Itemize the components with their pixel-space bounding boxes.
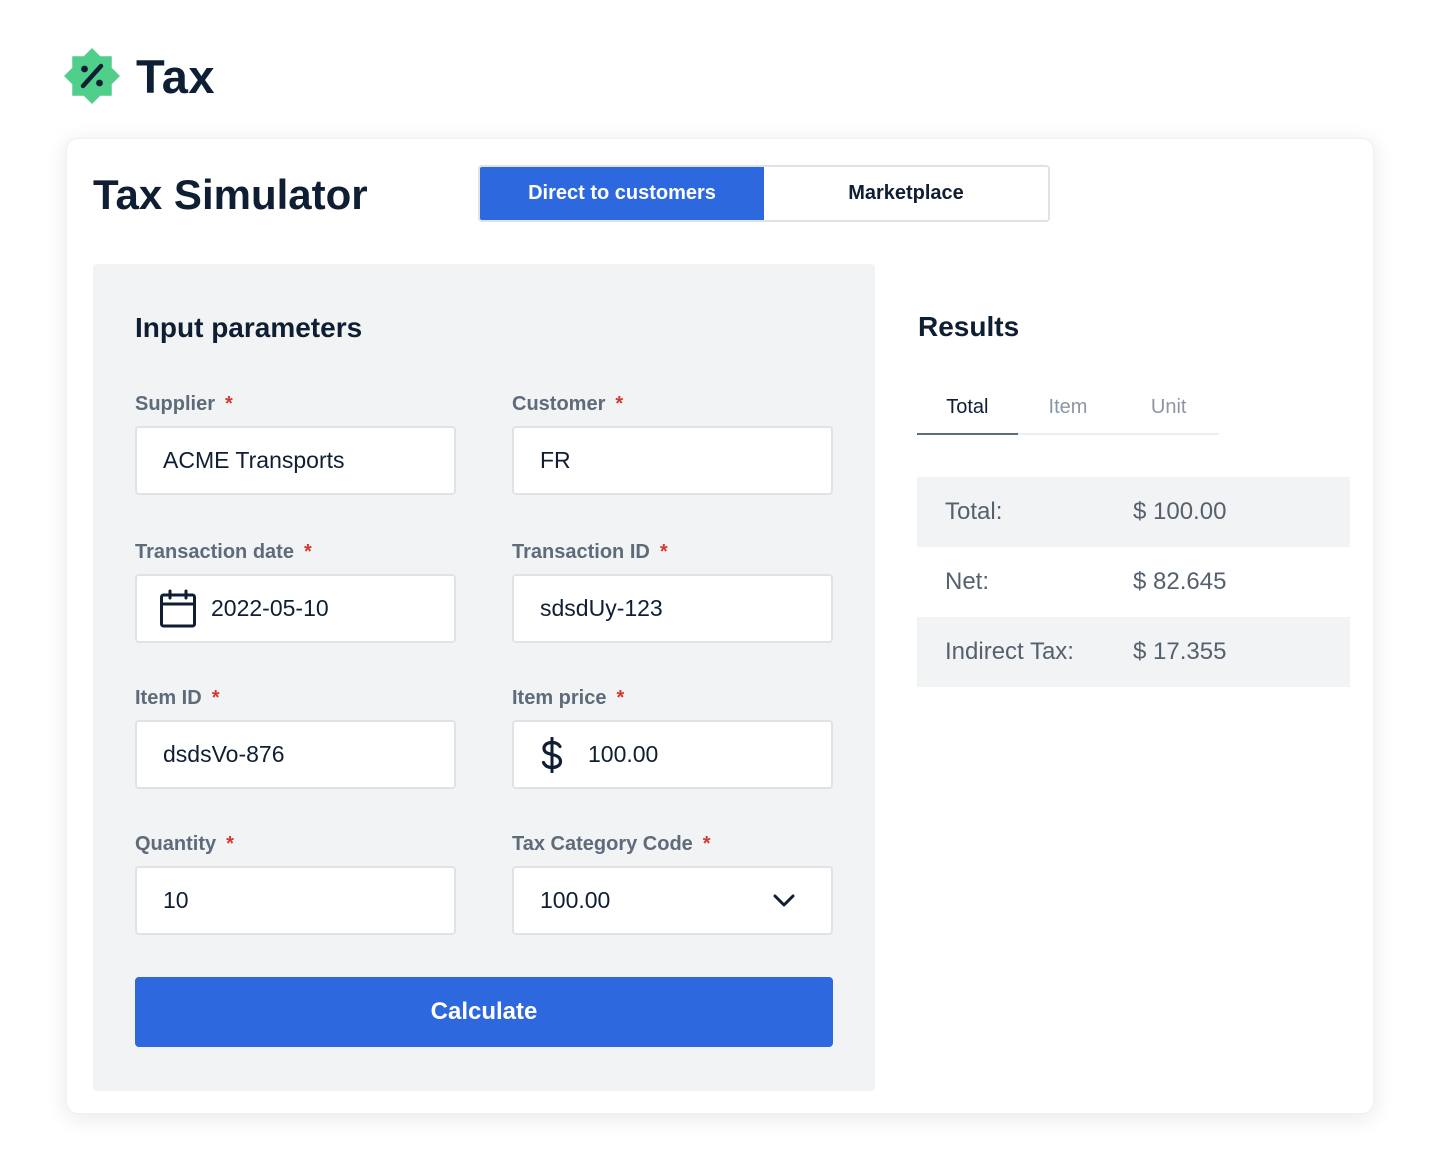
result-value: $ 17.355 bbox=[1133, 638, 1227, 665]
transaction-id-input[interactable]: sdsdUy-123 bbox=[512, 574, 833, 643]
result-value: $ 100.00 bbox=[1133, 498, 1227, 525]
result-row-net: Net: $ 82.645 bbox=[917, 547, 1350, 617]
required-marker: * bbox=[702, 833, 711, 855]
tax-category-value: 100.00 bbox=[540, 887, 611, 913]
required-marker: * bbox=[303, 541, 312, 563]
result-value: $ 82.645 bbox=[1133, 568, 1227, 595]
customer-field-group: Customer * FR bbox=[512, 390, 833, 495]
input-parameters-title: Input parameters bbox=[135, 312, 363, 343]
customer-label: Customer * bbox=[512, 390, 833, 418]
item-price-label: Item price * bbox=[512, 684, 833, 712]
chevron-down-icon[interactable] bbox=[773, 894, 797, 908]
brand-name: Tax bbox=[136, 49, 215, 103]
results-table: Total: $ 100.00 Net: $ 82.645 Indirect T… bbox=[917, 477, 1350, 687]
item-id-input[interactable]: dsdsVo-876 bbox=[135, 720, 456, 789]
tax-category-label-text: Tax Category Code bbox=[512, 833, 693, 855]
tax-category-label: Tax Category Code * bbox=[512, 830, 833, 858]
supplier-label: Supplier * bbox=[135, 390, 456, 418]
input-parameters-panel: Input parameters Supplier * ACME Transpor… bbox=[93, 264, 875, 1091]
quantity-label-text: Quantity bbox=[135, 833, 217, 855]
page-title: Tax Simulator bbox=[93, 171, 368, 218]
results-title: Results bbox=[918, 311, 1020, 342]
transaction-date-input[interactable]: 2022-05-10 bbox=[135, 574, 456, 643]
transaction-date-label: Transaction date * bbox=[135, 538, 456, 566]
result-label: Total: bbox=[945, 498, 1003, 525]
quantity-field-group: Quantity * 10 bbox=[135, 830, 456, 935]
item-price-input[interactable]: 100.00 bbox=[512, 720, 833, 789]
tab-unit[interactable]: Unit bbox=[1118, 387, 1219, 433]
tax-simulator-card: Tax Simulator Direct to customers Market… bbox=[66, 138, 1374, 1114]
supplier-value: ACME Transports bbox=[163, 447, 345, 473]
result-label: Indirect Tax: bbox=[945, 638, 1074, 665]
percent-badge-icon bbox=[64, 48, 120, 104]
transaction-id-value: sdsdUy-123 bbox=[540, 595, 663, 621]
tax-category-field-group: Tax Category Code * 100.00 bbox=[512, 830, 833, 935]
transaction-id-label-text: Transaction ID bbox=[512, 541, 650, 563]
quantity-label: Quantity * bbox=[135, 830, 456, 858]
tab-total[interactable]: Total bbox=[917, 387, 1018, 435]
tax-category-select[interactable]: 100.00 bbox=[512, 866, 833, 935]
required-marker: * bbox=[225, 393, 233, 415]
result-label: Net: bbox=[945, 568, 990, 595]
required-marker: * bbox=[615, 393, 624, 415]
item-price-value: 100.00 bbox=[588, 741, 659, 767]
required-marker: * bbox=[659, 541, 668, 563]
item-id-label-text: Item ID bbox=[135, 687, 202, 709]
transaction-id-field-group: Transaction ID * sdsdUy-123 bbox=[512, 538, 833, 643]
transaction-date-value: 2022-05-10 bbox=[211, 595, 329, 621]
results-tabs: Total Item Unit bbox=[917, 387, 1219, 435]
customer-label-text: Customer bbox=[512, 393, 606, 415]
required-marker: * bbox=[616, 687, 625, 709]
supplier-field-group: Supplier * ACME Transports bbox=[135, 390, 456, 495]
result-row-total: Total: $ 100.00 bbox=[917, 477, 1350, 547]
supplier-input[interactable]: ACME Transports bbox=[135, 426, 456, 495]
customer-input[interactable]: FR bbox=[512, 426, 833, 495]
quantity-input[interactable]: 10 bbox=[135, 866, 456, 935]
supplier-label-text: Supplier bbox=[135, 393, 216, 415]
transaction-id-label: Transaction ID * bbox=[512, 538, 833, 566]
tab-item[interactable]: Item bbox=[1018, 387, 1119, 433]
item-id-label: Item ID * bbox=[135, 684, 456, 712]
dollar-icon bbox=[540, 736, 564, 773]
item-price-label-text: Item price bbox=[512, 687, 607, 709]
customer-value: FR bbox=[540, 447, 571, 473]
mode-toggle: Direct to customers Marketplace bbox=[478, 165, 1050, 222]
calculate-button[interactable]: Calculate bbox=[135, 977, 833, 1047]
mode-marketplace-button[interactable]: Marketplace bbox=[764, 167, 1048, 220]
transaction-date-label-text: Transaction date bbox=[135, 541, 294, 563]
transaction-date-field-group: Transaction date * 2022-05-10 bbox=[135, 538, 456, 643]
calendar-icon[interactable] bbox=[159, 589, 197, 629]
item-id-value: dsdsVo-876 bbox=[163, 741, 285, 767]
required-marker: * bbox=[211, 687, 220, 709]
brand-header: Tax bbox=[62, 46, 215, 106]
item-price-field-group: Item price * 100.00 bbox=[512, 684, 833, 789]
required-marker: * bbox=[226, 833, 234, 855]
result-row-indirect-tax: Indirect Tax: $ 17.355 bbox=[917, 617, 1350, 687]
item-id-field-group: Item ID * dsdsVo-876 bbox=[135, 684, 456, 789]
quantity-value: 10 bbox=[163, 887, 189, 913]
mode-direct-to-customers-button[interactable]: Direct to customers bbox=[480, 167, 764, 220]
